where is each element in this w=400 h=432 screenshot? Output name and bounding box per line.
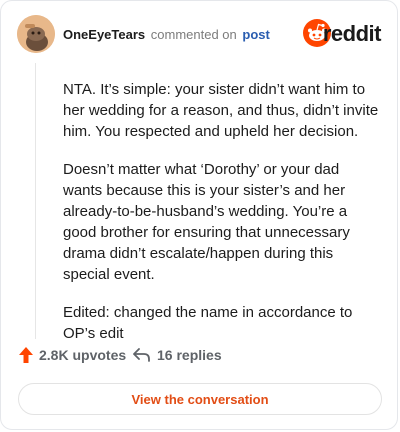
comment-paragraph: Edited: changed the name in accordance t… bbox=[63, 304, 353, 342]
reddit-wordmark: reddit bbox=[322, 21, 382, 46]
reply-count: 16 replies bbox=[157, 347, 222, 363]
comment-paragraph: NTA. It’s simple: your sister didn’t wan… bbox=[63, 81, 379, 140]
reply-arrow-icon bbox=[133, 348, 150, 362]
comment-body: NTA. It’s simple: your sister didn’t wan… bbox=[63, 79, 381, 361]
comment-meta: OneEyeTears commented on post bbox=[63, 27, 270, 43]
upvote-count: 2.8K upvotes bbox=[39, 347, 127, 363]
comment-paragraph: Doesn’t matter what ‘Dorothy’ or your da… bbox=[63, 161, 350, 283]
replies-button[interactable]: 16 replies bbox=[133, 347, 222, 363]
post-link[interactable]: post bbox=[242, 27, 269, 42]
upvote-arrow-icon bbox=[19, 347, 33, 363]
comment-header: OneEyeTears commented on post reddit bbox=[17, 15, 382, 55]
upvote-button[interactable]: 2.8K upvotes bbox=[19, 347, 126, 363]
username-link[interactable]: OneEyeTears bbox=[63, 27, 145, 42]
action-text: commented on bbox=[150, 27, 237, 42]
thread-line bbox=[35, 63, 36, 339]
view-conversation-button[interactable]: View the conversation bbox=[18, 383, 382, 415]
comment-embed-card: OneEyeTears commented on post reddit NTA… bbox=[0, 0, 398, 430]
snoo-avatar-icon bbox=[17, 15, 55, 53]
reddit-logo[interactable]: reddit bbox=[303, 19, 382, 47]
user-avatar[interactable] bbox=[17, 15, 55, 53]
